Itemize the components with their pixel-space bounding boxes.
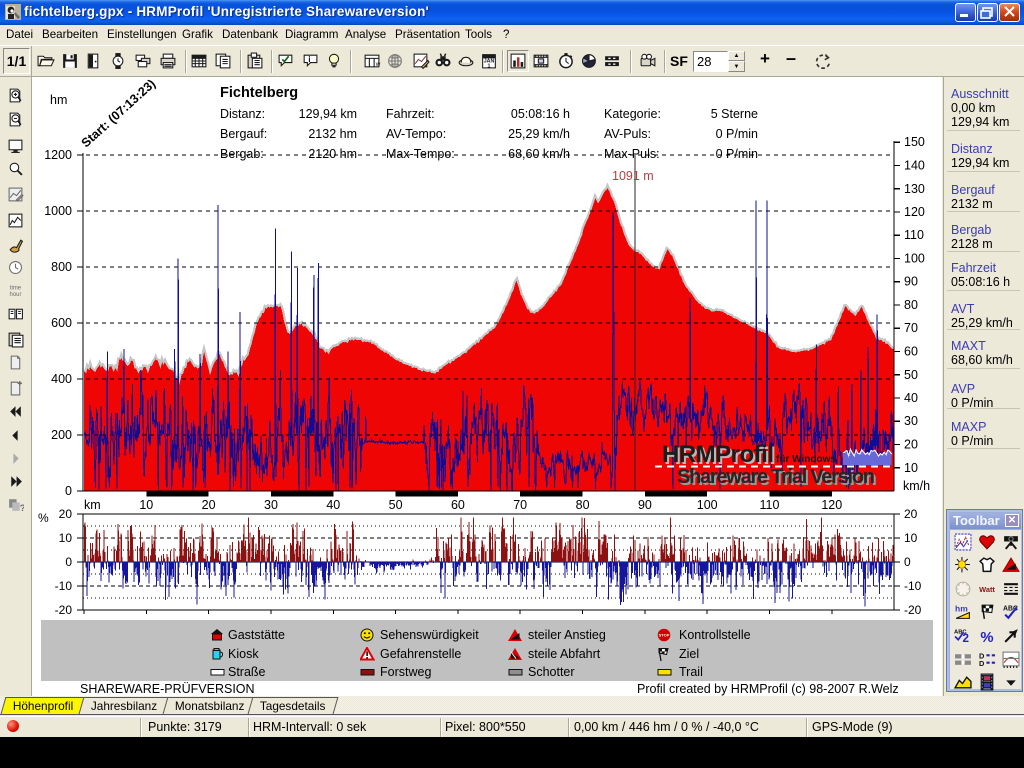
svg-text:90: 90 (638, 498, 652, 512)
svg-text:10: 10 (904, 531, 918, 545)
svg-text:20: 20 (904, 438, 918, 452)
svg-text:Watt: Watt (979, 585, 995, 594)
svg-text:110: 110 (904, 228, 924, 242)
svg-text:60: 60 (904, 345, 918, 359)
svg-text:90: 90 (904, 275, 918, 289)
svg-text:0: 0 (904, 555, 911, 569)
svg-text:-20: -20 (55, 603, 73, 617)
svg-text:HRMProfil: HRMProfil (662, 441, 774, 468)
svg-text:2: 2 (962, 632, 968, 645)
svg-text:time: time (10, 285, 22, 291)
svg-text:150: 150 (904, 135, 925, 149)
svg-text:10: 10 (59, 531, 73, 545)
svg-text:30: 30 (904, 414, 918, 428)
svg-text:100: 100 (697, 498, 718, 512)
svg-text:0: 0 (65, 484, 72, 498)
svg-text:120: 120 (821, 498, 842, 512)
svg-text:1200: 1200 (44, 148, 72, 162)
svg-text:w: w (375, 61, 381, 68)
svg-text:30: 30 (264, 498, 278, 512)
svg-text:i: i (308, 54, 310, 64)
svg-text:10: 10 (139, 498, 153, 512)
svg-text:20: 20 (202, 498, 216, 512)
svg-text:für Windows: für Windows (776, 454, 836, 465)
svg-text:200: 200 (51, 428, 72, 442)
svg-text:110: 110 (760, 498, 780, 512)
svg-text:hour: hour (10, 292, 22, 298)
svg-text:km/h: km/h (903, 479, 930, 493)
svg-text:10: 10 (904, 461, 918, 475)
svg-text:-20: -20 (904, 603, 922, 617)
svg-text:800: 800 (51, 260, 72, 274)
svg-text:80: 80 (904, 298, 918, 312)
svg-text:hm: hm (955, 603, 968, 613)
svg-text:100: 100 (904, 252, 925, 266)
svg-text:?: ? (20, 503, 24, 513)
svg-text:hm: hm (50, 93, 67, 107)
svg-text:40: 40 (904, 391, 918, 405)
svg-text:20: 20 (59, 507, 73, 521)
svg-text:130: 130 (904, 182, 925, 196)
svg-text:1000: 1000 (44, 204, 72, 218)
svg-text:1: 1 (488, 63, 491, 69)
svg-text:0: 0 (65, 555, 72, 569)
svg-text:40: 40 (326, 498, 340, 512)
svg-text:50: 50 (904, 368, 918, 382)
svg-text:70: 70 (513, 498, 527, 512)
svg-text:Shareware Trial Version: Shareware Trial Version (677, 466, 875, 488)
svg-text:STOP: STOP (659, 633, 670, 638)
svg-text:20: 20 (904, 507, 918, 521)
svg-text:50: 50 (389, 498, 403, 512)
svg-text:D: D (979, 659, 985, 668)
svg-text:400: 400 (51, 372, 72, 386)
svg-text:120: 120 (904, 205, 925, 219)
svg-text:-10: -10 (904, 579, 922, 593)
svg-text:600: 600 (51, 316, 72, 330)
svg-text:80: 80 (576, 498, 590, 512)
svg-text:%: % (980, 630, 993, 645)
svg-text:km: km (84, 498, 101, 512)
svg-text:70: 70 (904, 321, 918, 335)
svg-text:%: % (38, 511, 49, 525)
svg-text:60: 60 (451, 498, 465, 512)
svg-text:-10: -10 (55, 579, 73, 593)
svg-text:140: 140 (904, 159, 925, 173)
svg-text:1091 m: 1091 m (612, 169, 654, 183)
